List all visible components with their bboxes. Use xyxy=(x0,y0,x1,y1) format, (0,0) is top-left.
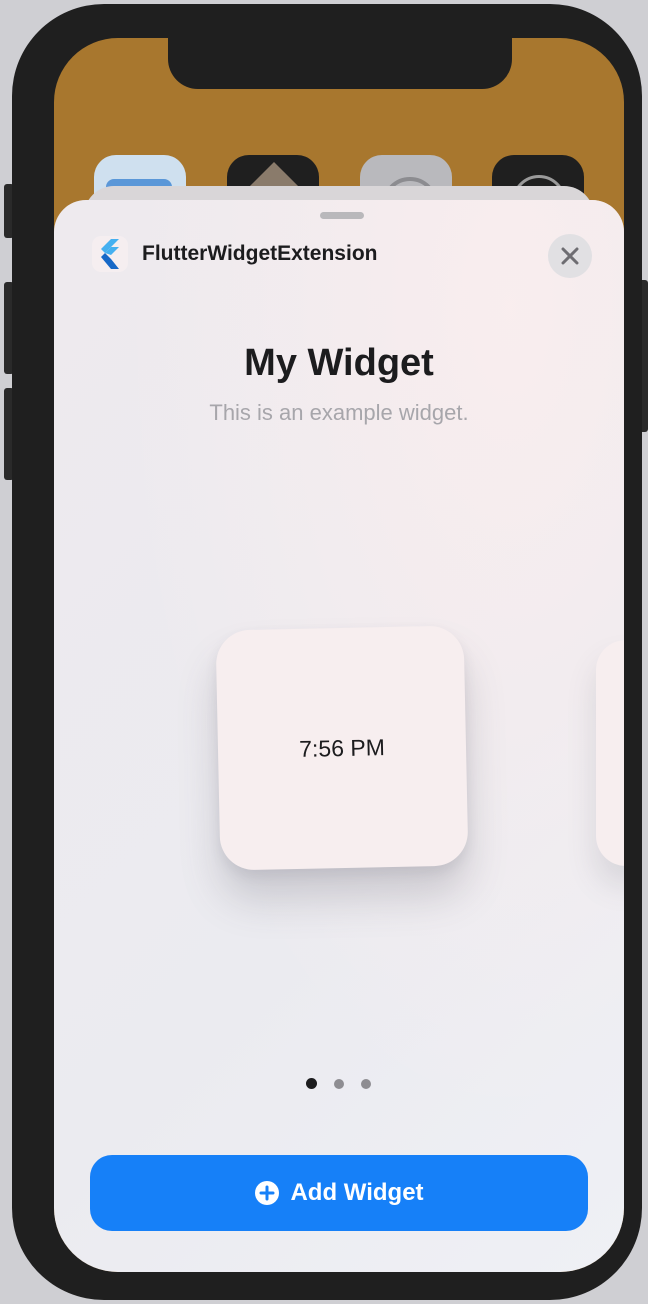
close-icon xyxy=(561,247,579,265)
widget-time-label: 7:56 PM xyxy=(298,733,386,762)
add-widget-button[interactable]: Add Widget xyxy=(90,1155,588,1231)
screen: FlutterWidgetExtension My Widget This is… xyxy=(54,38,624,1272)
widget-preview[interactable]: 7:56 PM xyxy=(215,625,469,871)
page-dot-3[interactable] xyxy=(361,1078,371,1089)
sheet-grabber[interactable] xyxy=(320,212,364,219)
widget-description: This is an example widget. xyxy=(209,400,469,425)
plus-circle-icon xyxy=(255,1181,280,1205)
device-frame: FlutterWidgetExtension My Widget This is… xyxy=(0,0,648,1304)
extension-name: FlutterWidgetExtension xyxy=(142,242,378,265)
widget-preview-next[interactable] xyxy=(596,640,624,866)
page-dot-2[interactable] xyxy=(334,1078,344,1089)
phone-body: FlutterWidgetExtension My Widget This is… xyxy=(12,4,642,1300)
close-button[interactable] xyxy=(548,234,592,278)
page-indicator xyxy=(306,1078,388,1089)
sheet-header: FlutterWidgetExtension xyxy=(92,234,377,274)
widget-gallery-sheet: FlutterWidgetExtension My Widget This is… xyxy=(54,200,624,1272)
widget-title: My Widget xyxy=(244,342,434,384)
add-widget-label: Add Widget xyxy=(290,1179,424,1206)
notch xyxy=(168,38,512,89)
flutter-logo-icon xyxy=(92,236,128,272)
page-dot-1[interactable] xyxy=(306,1078,317,1089)
